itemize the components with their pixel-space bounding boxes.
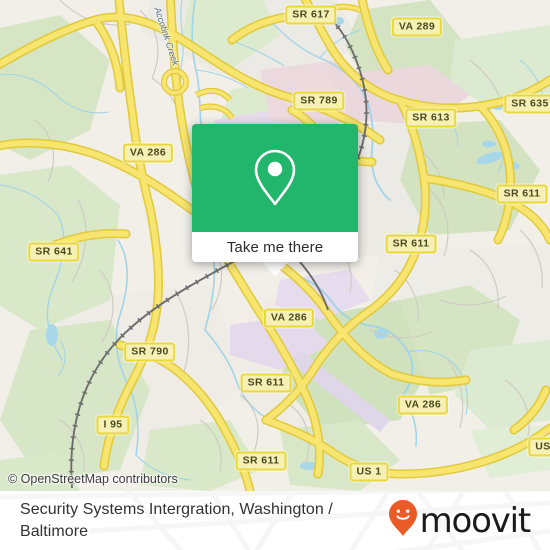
- road-shield[interactable]: SR 635: [504, 94, 550, 114]
- moovit-logo[interactable]: moovit: [388, 499, 532, 542]
- map-pin-icon: [252, 148, 298, 208]
- footer-bar: Security Systems Intergration, Washingto…: [0, 491, 550, 550]
- road-shield[interactable]: SR 611: [240, 373, 292, 393]
- road-shield[interactable]: VA 286: [263, 308, 315, 328]
- road-shield[interactable]: I 95: [96, 415, 130, 435]
- road-shield[interactable]: SR 789: [293, 91, 345, 111]
- road-shield[interactable]: SR 611: [235, 451, 287, 471]
- road-shield[interactable]: SR 611: [385, 234, 437, 254]
- road-shield[interactable]: SR 641: [28, 242, 80, 262]
- popup-image-area: [192, 124, 358, 232]
- road-shield[interactable]: VA 289: [391, 17, 443, 37]
- moovit-place-card: Accotink Creek SR 617 VA 289 SR 789 SR 6…: [0, 0, 550, 550]
- road-shield[interactable]: VA 286: [397, 395, 449, 415]
- popup-action-bar[interactable]: Take me there: [192, 232, 358, 262]
- osm-attribution: © OpenStreetMap contributors: [8, 472, 178, 486]
- road-shield[interactable]: SR 613: [405, 108, 457, 128]
- road-shield[interactable]: US: [528, 437, 550, 457]
- moovit-wordmark: moovit: [419, 500, 532, 541]
- road-shield[interactable]: SR 617: [285, 5, 337, 25]
- popup-pointer-tail: [262, 262, 288, 276]
- place-title: Security Systems Intergration, Washingto…: [20, 500, 333, 540]
- place-popup-card[interactable]: Take me there: [192, 124, 358, 262]
- road-shield[interactable]: US 1: [349, 462, 389, 482]
- road-shield[interactable]: VA 286: [122, 143, 174, 163]
- road-shield[interactable]: SR 790: [124, 342, 176, 362]
- road-shield[interactable]: SR 611: [496, 184, 548, 204]
- moovit-smiley-pin-icon: [388, 499, 418, 542]
- take-me-there-label: Take me there: [226, 238, 324, 256]
